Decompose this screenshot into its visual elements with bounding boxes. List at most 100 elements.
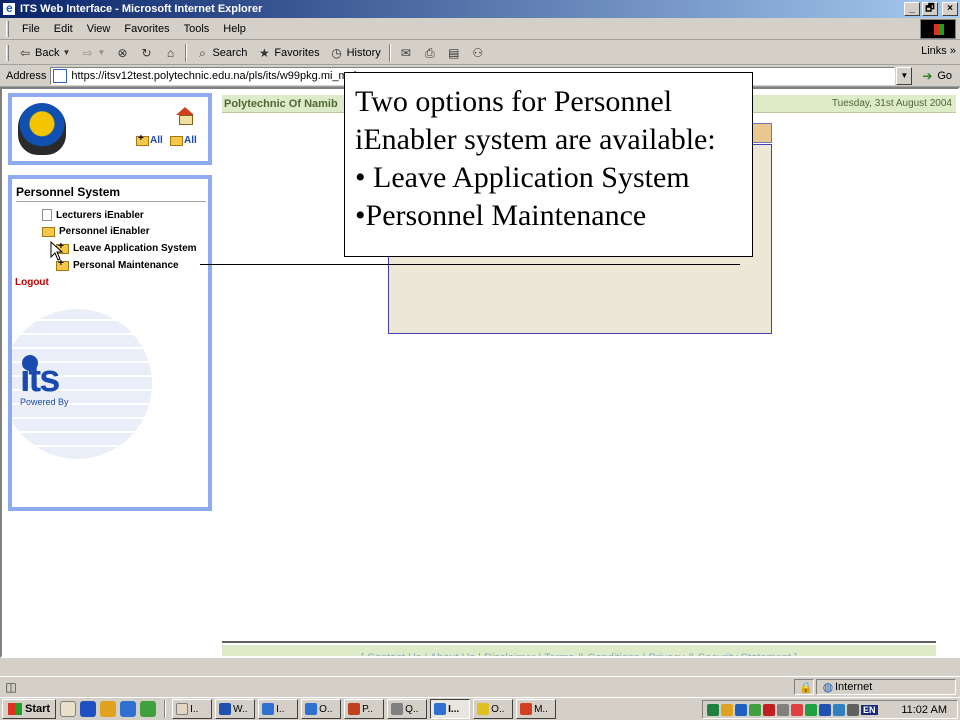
links-chevron-icon[interactable]: »: [950, 45, 956, 57]
menu-help[interactable]: Help: [216, 21, 253, 37]
tray-winamp-icon[interactable]: [721, 703, 733, 716]
callout-pointer-line: [200, 264, 740, 265]
task-label: M..: [534, 703, 548, 715]
search-button[interactable]: ⌕ Search: [190, 44, 252, 62]
logout-link[interactable]: Logout: [15, 277, 49, 288]
window-title-bar: ITS Web Interface - Microsoft Internet E…: [0, 0, 960, 18]
forward-button[interactable]: ⇨ ▼: [75, 44, 110, 62]
language-indicator[interactable]: EN: [861, 704, 878, 715]
menu-view[interactable]: View: [80, 21, 118, 37]
print-icon: ⎙: [425, 45, 435, 60]
go-button[interactable]: ➔ Go: [920, 69, 952, 83]
expand-all-button[interactable]: All: [136, 133, 163, 146]
forward-arrow-icon: ⇨: [82, 45, 93, 60]
toolbar-separator: [185, 43, 188, 62]
desktop-quicklaunch-icon[interactable]: [140, 701, 157, 717]
its-logo: its Powered By: [20, 355, 69, 407]
discuss-icon: ⚇: [472, 45, 484, 60]
computer-icon: [391, 703, 404, 715]
menu-tools[interactable]: Tools: [177, 21, 217, 37]
discuss-button[interactable]: ⚇: [466, 44, 490, 62]
favorites-button[interactable]: ★ Favorites: [252, 44, 324, 62]
nav-item-label: Lecturers iEnabler: [56, 209, 144, 221]
menu-file[interactable]: File: [15, 21, 47, 37]
collapse-all-label: All: [184, 135, 197, 146]
powered-by-label: Powered By: [20, 397, 69, 407]
tray-sound-icon[interactable]: [749, 703, 761, 716]
task-label: P..: [362, 703, 373, 715]
word-icon: [219, 703, 232, 715]
tray-msn-icon[interactable]: [819, 703, 831, 716]
tray-antivirus-icon[interactable]: [763, 703, 775, 716]
mail-icon: [176, 703, 189, 715]
tray-update-icon[interactable]: [805, 703, 817, 716]
task-label: I..: [276, 703, 285, 715]
back-dropdown-icon[interactable]: ▼: [62, 46, 71, 60]
history-label: History: [346, 46, 381, 59]
address-dropdown-icon[interactable]: ▼: [896, 66, 913, 85]
winamp-quicklaunch-icon[interactable]: [100, 701, 117, 717]
tray-messenger-icon[interactable]: [735, 703, 747, 716]
nav-item-personal-maintenance[interactable]: Personal Maintenance: [56, 258, 179, 271]
favorites-icon: ★: [258, 45, 270, 60]
mouse-cursor-icon: [50, 241, 64, 261]
ie-icon: [305, 703, 318, 715]
history-button[interactable]: ◷ History: [325, 44, 386, 62]
address-label: Address: [6, 69, 47, 82]
outlook-quicklaunch-icon[interactable]: [60, 701, 77, 717]
tray-printer-icon[interactable]: [777, 703, 789, 716]
restore-button[interactable]: 🗗: [922, 2, 938, 16]
nav-item-lecturers-ienabler[interactable]: Lecturers iEnabler: [42, 209, 144, 221]
print-button[interactable]: ⎙: [418, 44, 442, 62]
task-button[interactable]: W..: [215, 699, 256, 719]
footer-divider: [222, 641, 936, 643]
task-button[interactable]: I..: [258, 699, 299, 719]
tray-flag-icon[interactable]: [791, 703, 803, 716]
home-icon: ⌂: [166, 45, 175, 60]
footer-links[interactable]: [ Contact Us | About Us | Disclaimer | T…: [222, 645, 936, 656]
minimize-button[interactable]: _: [904, 2, 920, 16]
tray-ie-icon[interactable]: [833, 703, 845, 716]
ie-quicklaunch-icon[interactable]: [120, 701, 137, 717]
stop-button[interactable]: ⊗: [110, 44, 134, 62]
taskbar-clock: 11:02 AM: [901, 704, 947, 716]
menu-edit[interactable]: Edit: [47, 21, 80, 37]
tray-volume-icon[interactable]: [847, 703, 859, 716]
callout-line-3: • Leave Application System: [355, 161, 690, 194]
task-button[interactable]: Q..: [387, 699, 428, 719]
security-zone-label: Internet: [835, 681, 873, 693]
messenger-quicklaunch-icon[interactable]: [80, 701, 97, 717]
annotation-callout: Two options for Personnel iEnabler syste…: [344, 72, 753, 257]
mail-button[interactable]: ✉: [394, 44, 418, 62]
links-toolbar[interactable]: Links »: [921, 45, 956, 57]
edit-button[interactable]: ▤: [442, 44, 466, 62]
task-button[interactable]: O..: [301, 699, 342, 719]
collapse-all-button[interactable]: All: [170, 135, 197, 146]
task-button-active[interactable]: I...: [430, 699, 471, 719]
page-status-icon: ◫: [5, 679, 17, 694]
history-icon: ◷: [331, 45, 342, 60]
nav-item-leave-application-system[interactable]: Leave Application System: [56, 241, 197, 254]
task-button[interactable]: I..: [172, 699, 213, 719]
institution-name: Polytechnic Of Namib: [224, 97, 338, 110]
home-icon[interactable]: [176, 107, 194, 125]
its-globe-icon: [22, 355, 38, 371]
start-button[interactable]: Start: [2, 699, 57, 719]
polytechnic-crest-icon: [18, 103, 66, 155]
folder-minus-icon: [170, 135, 183, 146]
callout-line-1: Two options for Personnel: [355, 85, 673, 118]
close-button[interactable]: ×: [942, 2, 958, 16]
lock-zone: 🔒: [794, 679, 814, 695]
nav-item-personnel-ienabler[interactable]: Personnel iEnabler: [42, 226, 150, 237]
back-arrow-icon: ⇦: [19, 45, 31, 60]
tray-network-icon[interactable]: [707, 703, 719, 716]
task-button[interactable]: O..: [473, 699, 514, 719]
home-button[interactable]: ⌂: [158, 44, 182, 62]
back-button[interactable]: ⇦ Back ▼: [13, 44, 75, 62]
forward-dropdown-icon[interactable]: ▼: [97, 46, 106, 60]
favorites-label: Favorites: [274, 46, 320, 59]
menu-favorites[interactable]: Favorites: [117, 21, 176, 37]
refresh-button[interactable]: ↻: [134, 44, 158, 62]
task-button[interactable]: P..: [344, 699, 385, 719]
task-button[interactable]: M..: [516, 699, 557, 719]
